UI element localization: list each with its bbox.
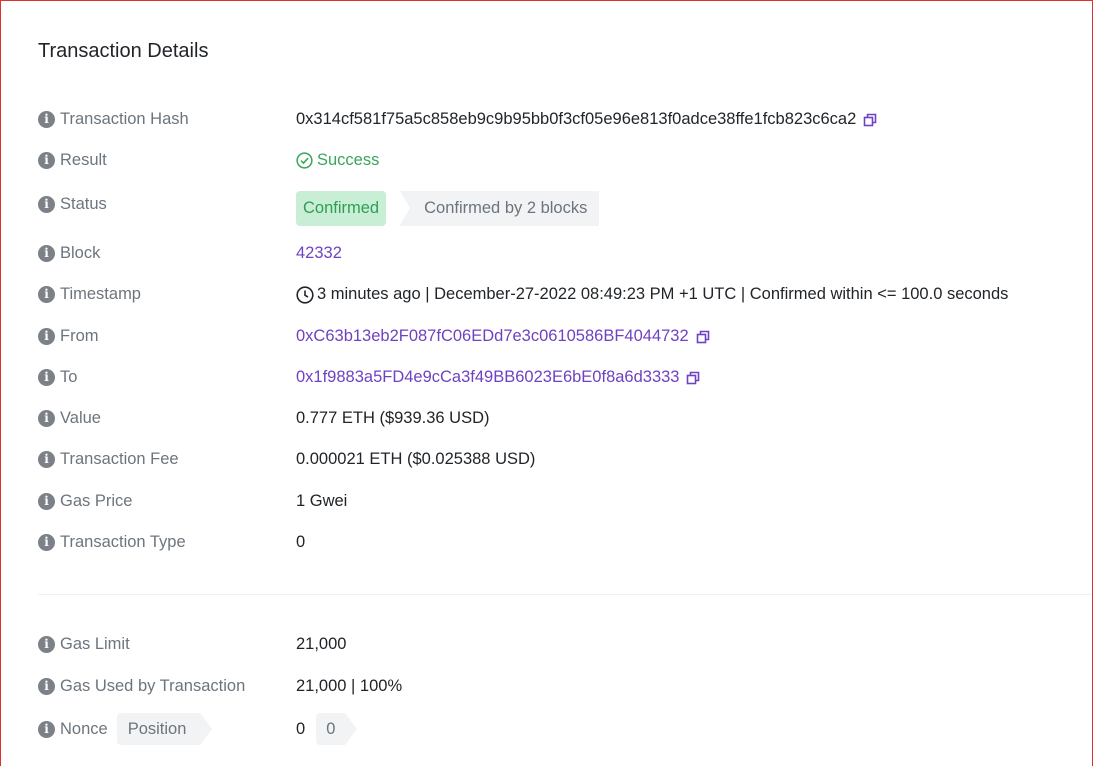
label-transaction-type: i Transaction Type [38, 533, 296, 552]
row-value: i Value 0.777 ETH ($939.36 USD) [38, 409, 1091, 428]
row-result: i Result Success [38, 151, 1091, 170]
row-transaction-type: i Transaction Type 0 [38, 533, 1091, 552]
label-transaction-hash: i Transaction Hash [38, 110, 296, 129]
row-timestamp: i Timestamp 3 minutes ago | December-27-… [38, 285, 1091, 304]
value-timestamp: 3 minutes ago | December-27-2022 08:49:2… [296, 285, 1008, 304]
value-transaction-type: 0 [296, 533, 306, 551]
label-result: i Result [38, 151, 296, 170]
position-value-tag: 0 [316, 713, 358, 745]
copy-icon[interactable] [863, 113, 877, 127]
transaction-details-card: Transaction Details i Transaction Hash 0… [2, 2, 1091, 766]
label-block: i Block [38, 244, 296, 263]
label-timestamp: i Timestamp [38, 285, 296, 304]
label-gas-limit: i Gas Limit [38, 635, 296, 654]
value-result: Success [296, 151, 379, 170]
label-status: i Status [38, 195, 296, 214]
check-circle-icon [296, 152, 313, 169]
value-from: 0xC63b13eb2F087fC06EDd7e3c0610586BF40447… [296, 327, 710, 346]
confirmations-tag: Confirmed by 2 blocks [400, 191, 600, 226]
info-icon[interactable]: i [38, 286, 55, 303]
info-icon[interactable]: i [38, 152, 55, 169]
value-amount: 0.777 ETH ($939.36 USD) [296, 409, 490, 427]
section-divider [38, 594, 1091, 595]
info-icon[interactable]: i [38, 196, 55, 213]
row-gas-price: i Gas Price 1 Gwei [38, 492, 1091, 511]
label-gas-used: i Gas Used by Transaction [38, 677, 296, 696]
value-gas-used: 21,000 | 100% [296, 677, 403, 695]
status-badge: Confirmed [296, 191, 387, 226]
value-status: Confirmed Confirmed by 2 blocks [296, 191, 600, 226]
info-icon[interactable]: i [38, 245, 55, 262]
clock-icon [296, 285, 314, 304]
result-status-text: Success [317, 151, 380, 169]
info-icon[interactable]: i [38, 678, 55, 695]
row-to: i To 0x1f9883a5FD4e9cCa3f49BB6023E6bE0f8… [38, 368, 1091, 387]
value-to: 0x1f9883a5FD4e9cCa3f49BB6023E6bE0f8a6d33… [296, 368, 700, 387]
row-nonce: i Nonce Position 0 0 [38, 713, 1091, 745]
info-icon[interactable]: i [38, 111, 55, 128]
row-status: i Status Confirmed Confirmed by 2 blocks [38, 191, 1091, 226]
info-icon[interactable]: i [38, 410, 55, 427]
row-transaction-fee: i Transaction Fee 0.000021 ETH ($0.02538… [38, 450, 1091, 469]
label-transaction-fee: i Transaction Fee [38, 450, 296, 469]
info-icon[interactable]: i [38, 451, 55, 468]
label-nonce: i Nonce Position [38, 713, 296, 745]
transaction-hash-text: 0x314cf581f75a5c858eb9c9b95bb0f3cf05e96e… [296, 110, 857, 128]
value-transaction-fee: 0.000021 ETH ($0.025388 USD) [296, 450, 536, 468]
label-to: i To [38, 368, 296, 387]
label-from: i From [38, 327, 296, 346]
label-gas-price: i Gas Price [38, 492, 296, 511]
info-icon[interactable]: i [38, 493, 55, 510]
card-title: Transaction Details [38, 40, 209, 62]
value-transaction-hash: 0x314cf581f75a5c858eb9c9b95bb0f3cf05e96e… [296, 110, 877, 129]
info-icon[interactable]: i [38, 328, 55, 345]
window-frame: Transaction Details i Transaction Hash 0… [0, 0, 1093, 766]
row-block: i Block 42332 [38, 244, 1091, 263]
value-gas-limit: 21,000 [296, 635, 347, 653]
row-from: i From 0xC63b13eb2F087fC06EDd7e3c0610586… [38, 327, 1091, 346]
info-icon[interactable]: i [38, 369, 55, 386]
copy-icon[interactable] [686, 371, 700, 385]
info-icon[interactable]: i [38, 720, 55, 738]
row-transaction-hash: i Transaction Hash 0x314cf581f75a5c858eb… [38, 110, 1091, 129]
row-gas-used: i Gas Used by Transaction 21,000 | 100% [38, 677, 1091, 696]
value-nonce: 0 0 [296, 713, 358, 745]
position-tag: Position [116, 713, 213, 745]
copy-icon[interactable] [696, 330, 710, 344]
label-value: i Value [38, 409, 296, 428]
timestamp-text: 3 minutes ago | December-27-2022 08:49:2… [317, 285, 1009, 303]
from-address-link[interactable]: 0xC63b13eb2F087fC06EDd7e3c0610586BF40447… [296, 327, 689, 346]
to-address-link[interactable]: 0x1f9883a5FD4e9cCa3f49BB6023E6bE0f8a6d33… [296, 368, 679, 387]
info-icon[interactable]: i [38, 636, 55, 653]
row-gas-limit: i Gas Limit 21,000 [38, 635, 1091, 654]
nonce-value: 0 [296, 719, 306, 738]
value-block: 42332 [296, 244, 342, 263]
info-icon[interactable]: i [38, 534, 55, 551]
block-link[interactable]: 42332 [296, 244, 342, 263]
value-gas-price: 1 Gwei [296, 492, 348, 510]
